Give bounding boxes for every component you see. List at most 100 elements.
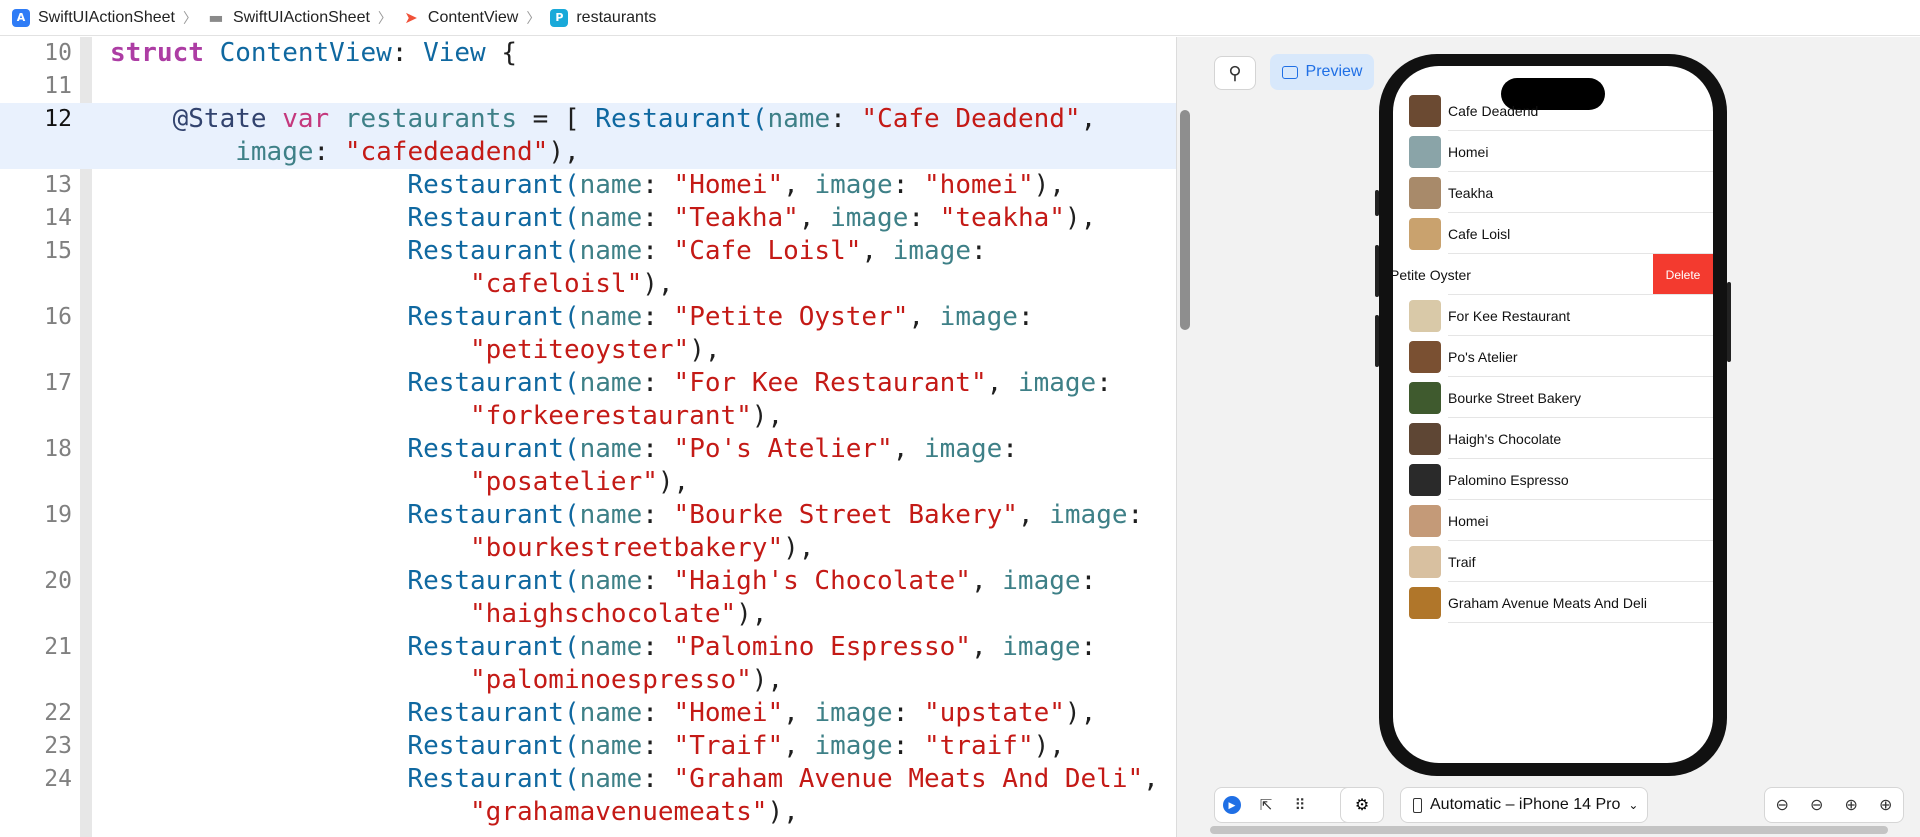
code-line[interactable]: "forkeerestaurant"), [0, 400, 1176, 433]
restaurant-thumbnail [1409, 176, 1441, 209]
code-editor[interactable]: 10 struct ContentView: View {11 12 @State … [0, 37, 1176, 837]
code-token: Restaurant( [407, 368, 580, 398]
code-token: name [579, 434, 643, 464]
code-token: ), [642, 269, 674, 299]
code-line[interactable]: 11 [0, 70, 1176, 103]
preview-mode-button[interactable]: Preview [1270, 54, 1374, 90]
variants-button[interactable]: ⠿ [1283, 788, 1317, 822]
canvas-scrollbar[interactable] [1210, 826, 1888, 834]
breadcrumb-project[interactable]: A SwiftUIActionSheet [12, 0, 175, 36]
code-token: "haighschocolate" [470, 599, 737, 629]
phone-screen[interactable]: Cafe Deadend Homei Teakha Cafe Loisl Petite … [1393, 66, 1713, 763]
code-text: "posatelier"), [110, 466, 689, 499]
selectable-mode-button[interactable]: ⇱ [1249, 788, 1283, 822]
code-token: name [579, 500, 643, 530]
zoom-in-icon[interactable]: ⊕ [1879, 795, 1892, 815]
code-line[interactable]: 17 Restaurant(name: "For Kee Restaurant"… [0, 367, 1176, 400]
code-token: , [1080, 104, 1097, 134]
pin-button[interactable]: ⚲ [1214, 56, 1256, 90]
restaurant-row[interactable]: Traif [1393, 541, 1713, 582]
code-line[interactable]: 13 Restaurant(name: "Homei", image: "hom… [0, 169, 1176, 202]
device-selector[interactable]: Automatic – iPhone 14 Pro ⌄ [1400, 787, 1648, 823]
code-line[interactable]: "posatelier"), [0, 466, 1176, 499]
zoom-out-icon[interactable]: ⊖ [1776, 795, 1789, 815]
code-line[interactable]: 15 Restaurant(name: "Cafe Loisl", image: [0, 235, 1176, 268]
code-line[interactable]: 14 Restaurant(name: "Teakha", image: "te… [0, 202, 1176, 235]
restaurant-thumbnail [1409, 94, 1441, 127]
code-line[interactable]: 22 Restaurant(name: "Homei", image: "ups… [0, 697, 1176, 730]
restaurant-row[interactable]: Cafe Deadend [1393, 90, 1713, 131]
cursor-icon: ⇱ [1259, 797, 1273, 814]
editor-scrollbar[interactable] [1180, 110, 1190, 330]
restaurant-name: Cafe Loisl [1448, 225, 1511, 242]
restaurant-row[interactable]: For Kee Restaurant [1393, 295, 1713, 336]
code-token: : [830, 104, 862, 134]
restaurant-thumbnail [1409, 586, 1441, 619]
restaurant-row[interactable]: Palomino Espresso [1393, 459, 1713, 500]
breadcrumb-group[interactable]: ▬ SwiftUIActionSheet [207, 0, 370, 36]
code-token: "teakha" [939, 203, 1065, 233]
code-token: "petiteoyster" [470, 335, 690, 365]
code-token: : [391, 38, 424, 68]
code-token: ), [783, 533, 815, 563]
code-line[interactable]: "bourkestreetbakery"), [0, 532, 1176, 565]
restaurant-row[interactable]: Graham Avenue Meats And Deli [1393, 582, 1713, 623]
code-token: image [892, 236, 971, 266]
code-line[interactable]: 10 struct ContentView: View { [0, 37, 1176, 70]
code-token: View [423, 38, 486, 68]
line-number: 20 [44, 568, 72, 594]
breadcrumb-file[interactable]: ➤ ContentView [402, 0, 518, 36]
code-line[interactable]: "petiteoyster"), [0, 334, 1176, 367]
code-line[interactable]: 24 Restaurant(name: "Graham Avenue Meats… [0, 763, 1176, 796]
code-token: "bourkestreetbakery" [470, 533, 784, 563]
restaurant-thumbnail [1409, 340, 1441, 373]
code-line[interactable]: "grahamavenuemeats"), [0, 796, 1176, 829]
code-text: "grahamavenuemeats"), [110, 796, 799, 829]
code-line[interactable]: 16 Restaurant(name: "Petite Oyster", ima… [0, 301, 1176, 334]
restaurant-name: Petite Oyster [1393, 266, 1471, 283]
code-line[interactable]: 18 Restaurant(name: "Po's Atelier", imag… [0, 433, 1176, 466]
code-line[interactable]: image: "cafedeadend"), [0, 136, 1176, 169]
power-button [1727, 282, 1731, 362]
code-token: image [924, 434, 1003, 464]
code-token: name [579, 764, 643, 794]
restaurant-row[interactable]: Homei [1393, 131, 1713, 172]
code-line[interactable]: 23 Restaurant(name: "Traif", image: "tra… [0, 730, 1176, 763]
restaurant-name: Haigh's Chocolate [1448, 430, 1562, 447]
device-settings-button[interactable]: ⚙ [1340, 787, 1384, 823]
code-line[interactable]: 19 Restaurant(name: "Bourke Street Baker… [0, 499, 1176, 532]
pin-icon: ⚲ [1228, 62, 1242, 83]
code-token: image [814, 698, 893, 728]
code-token: , [783, 731, 815, 761]
code-token: ), [548, 137, 580, 167]
code-line[interactable]: 21 Restaurant(name: "Palomino Espresso",… [0, 631, 1176, 664]
code-text: Restaurant(name: "Traif", image: "traif"… [110, 730, 1065, 763]
restaurant-row[interactable]: Petite Oyster Delete [1393, 254, 1713, 295]
code-line[interactable]: 12 @State var restaurants = [ Restaurant… [0, 103, 1176, 136]
restaurant-name: Graham Avenue Meats And Deli [1448, 594, 1647, 611]
code-token: , [970, 566, 1003, 596]
code-line[interactable]: "cafeloisl"), [0, 268, 1176, 301]
restaurant-row[interactable]: Bourke Street Bakery [1393, 377, 1713, 418]
code-line[interactable]: "haighschocolate"), [0, 598, 1176, 631]
code-line[interactable]: "palominoespresso"), [0, 664, 1176, 697]
code-token: "Homei" [673, 170, 784, 200]
restaurant-row[interactable]: Homei [1393, 500, 1713, 541]
breadcrumb-symbol[interactable]: P restaurants [550, 0, 656, 36]
restaurant-name: Traif [1448, 553, 1476, 570]
code-token: image [814, 170, 893, 200]
code-token: "grahamavenuemeats" [470, 797, 768, 827]
restaurant-row[interactable]: Cafe Loisl [1393, 213, 1713, 254]
live-mode-button[interactable]: ▶ [1215, 788, 1249, 822]
code-line[interactable]: 20 Restaurant(name: "Haigh's Chocolate",… [0, 565, 1176, 598]
restaurant-thumbnail [1409, 422, 1441, 455]
restaurant-row[interactable]: Haigh's Chocolate [1393, 418, 1713, 459]
restaurant-row[interactable]: Teakha [1393, 172, 1713, 213]
restaurant-thumbnail [1409, 299, 1441, 332]
restaurant-row[interactable]: Po's Atelier [1393, 336, 1713, 377]
line-number: 13 [44, 172, 72, 198]
zoom-100-icon[interactable]: ⊕ [1845, 795, 1858, 815]
delete-button[interactable]: Delete [1653, 254, 1713, 295]
zoom-fit-icon[interactable]: ⊖ [1810, 795, 1823, 815]
code-token: "homei" [924, 170, 1034, 200]
